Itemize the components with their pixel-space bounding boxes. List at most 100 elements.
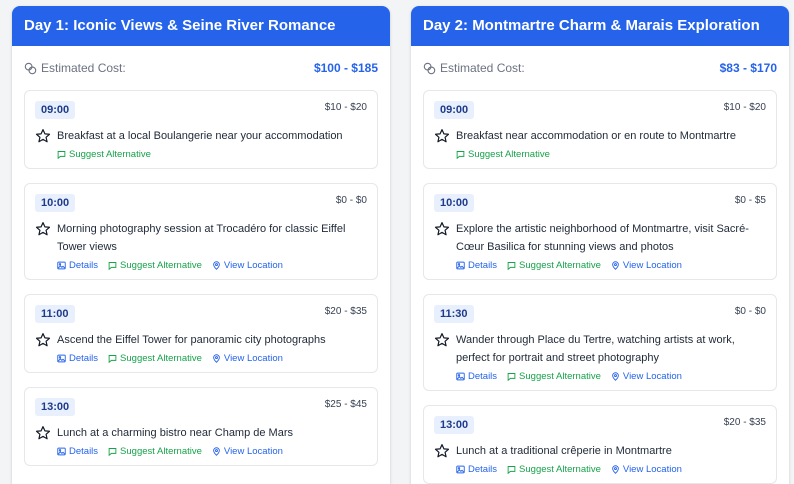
activity-actions: Details Suggest Alternative View Locatio… bbox=[456, 464, 766, 475]
details-link[interactable]: Details bbox=[456, 464, 497, 475]
details-link[interactable]: Details bbox=[57, 260, 98, 271]
suggest-label: Suggest Alternative bbox=[519, 464, 601, 475]
details-link[interactable]: Details bbox=[456, 371, 497, 382]
estimated-cost-row: Estimated Cost: $83 - $170 bbox=[411, 46, 789, 90]
star-icon[interactable] bbox=[434, 332, 450, 348]
activity-cost: $0 - $0 bbox=[734, 306, 766, 317]
suggest-alternative-link[interactable]: Suggest Alternative bbox=[507, 371, 601, 382]
activity-actions: Suggest Alternative bbox=[57, 149, 367, 160]
star-icon[interactable] bbox=[35, 332, 51, 348]
time-badge: 11:00 bbox=[35, 305, 75, 323]
estimated-cost-row: Estimated Cost: $100 - $185 bbox=[12, 46, 390, 90]
view-location-link[interactable]: View Location bbox=[611, 260, 682, 271]
time-badge: 09:00 bbox=[35, 101, 76, 119]
view-location-link[interactable]: View Location bbox=[212, 353, 283, 364]
activity-header: 11:00 $20 - $35 bbox=[35, 305, 367, 325]
activity-card: 09:00 $10 - $20 Breakfast near accommoda… bbox=[423, 90, 777, 169]
map-pin-icon bbox=[213, 447, 220, 456]
activity-body: Breakfast at a local Boulangerie near yo… bbox=[35, 127, 367, 145]
cost-label-wrap: Estimated Cost: bbox=[423, 61, 525, 75]
activity-actions: Details Suggest Alternative View Locatio… bbox=[57, 353, 367, 364]
suggest-alternative-link[interactable]: Suggest Alternative bbox=[108, 260, 202, 271]
time-badge: 09:00 bbox=[434, 101, 475, 119]
image-icon bbox=[456, 465, 465, 474]
cost-value: $83 - $170 bbox=[719, 61, 777, 75]
details-label: Details bbox=[69, 260, 99, 271]
suggest-label: Suggest Alternative bbox=[120, 353, 202, 364]
activity-card: 11:00 $20 - $35 Ascend the Eiffel Tower … bbox=[24, 294, 378, 373]
suggest-alternative-link[interactable]: Suggest Alternative bbox=[507, 464, 601, 475]
suggest-alternative-link[interactable]: Suggest Alternative bbox=[108, 353, 202, 364]
details-label: Details bbox=[468, 371, 498, 382]
day-title: Day 1: Iconic Views & Seine River Romanc… bbox=[12, 6, 390, 46]
star-icon[interactable] bbox=[35, 128, 51, 144]
view-location-link[interactable]: View Location bbox=[611, 464, 682, 475]
message-icon bbox=[108, 262, 117, 270]
activity-actions: Details Suggest Alternative View Locatio… bbox=[57, 260, 367, 271]
suggest-label: Suggest Alternative bbox=[120, 446, 202, 457]
star-icon[interactable] bbox=[434, 443, 450, 459]
activity-body: Lunch at a charming bistro near Champ de… bbox=[35, 424, 367, 442]
activity-cost: $20 - $35 bbox=[723, 417, 766, 428]
details-link[interactable]: Details bbox=[57, 353, 98, 364]
suggest-alternative-link[interactable]: Suggest Alternative bbox=[108, 446, 202, 457]
suggest-alternative-link[interactable]: Suggest Alternative bbox=[507, 260, 601, 271]
message-icon bbox=[507, 262, 516, 270]
activity-header: 10:00 $0 - $5 bbox=[434, 194, 766, 214]
map-pin-icon bbox=[612, 465, 619, 474]
message-icon bbox=[456, 151, 465, 159]
activity-cost: $25 - $45 bbox=[324, 399, 367, 410]
activity-header: 11:30 $0 - $0 bbox=[434, 305, 766, 325]
image-icon bbox=[57, 447, 66, 456]
day-card-2: Day 2: Montmartre Charm & Marais Explora… bbox=[411, 6, 789, 484]
activity-header: 09:00 $10 - $20 bbox=[434, 101, 766, 121]
map-pin-icon bbox=[213, 354, 220, 363]
activity-list: 09:00 $10 - $20 Breakfast near accommoda… bbox=[411, 90, 789, 484]
location-label: View Location bbox=[622, 260, 682, 271]
details-link[interactable]: Details bbox=[456, 260, 497, 271]
cost-value: $100 - $185 bbox=[313, 61, 378, 75]
activity-card: 11:30 $0 - $0 Wander through Place du Te… bbox=[423, 294, 777, 391]
activity-actions: Details Suggest Alternative View Locatio… bbox=[57, 446, 367, 457]
view-location-link[interactable]: View Location bbox=[212, 446, 283, 457]
cost-label: Estimated Cost: bbox=[440, 61, 525, 75]
details-label: Details bbox=[69, 353, 99, 364]
activity-description: Lunch at a traditional crêperie in Montm… bbox=[456, 445, 672, 457]
activity-cost: $0 - $5 bbox=[734, 195, 766, 206]
image-icon bbox=[57, 261, 66, 270]
time-badge: 13:00 bbox=[35, 398, 76, 416]
coins-icon bbox=[24, 62, 37, 74]
suggest-label: Suggest Alternative bbox=[468, 149, 550, 160]
time-badge: 11:30 bbox=[434, 305, 474, 323]
activity-description: Explore the artistic neighborhood of Mon… bbox=[456, 223, 749, 253]
message-icon bbox=[108, 448, 117, 456]
suggest-alternative-link[interactable]: Suggest Alternative bbox=[456, 149, 550, 160]
image-icon bbox=[456, 372, 465, 381]
activity-card: 10:00 $0 - $5 Explore the artistic neigh… bbox=[423, 183, 777, 280]
map-pin-icon bbox=[612, 372, 619, 381]
suggest-label: Suggest Alternative bbox=[69, 149, 151, 160]
view-location-link[interactable]: View Location bbox=[212, 260, 283, 271]
activity-description: Wander through Place du Tertre, watching… bbox=[456, 334, 735, 364]
activity-cost: $20 - $35 bbox=[324, 306, 367, 317]
activity-body: Ascend the Eiffel Tower for panoramic ci… bbox=[35, 331, 367, 349]
star-icon[interactable] bbox=[434, 221, 450, 237]
activity-header: 10:00 $0 - $0 bbox=[35, 194, 367, 214]
cost-label-wrap: Estimated Cost: bbox=[24, 61, 126, 75]
star-icon[interactable] bbox=[35, 221, 51, 237]
suggest-label: Suggest Alternative bbox=[519, 260, 601, 271]
suggest-alternative-link[interactable]: Suggest Alternative bbox=[57, 149, 151, 160]
view-location-link[interactable]: View Location bbox=[611, 371, 682, 382]
activity-body: Lunch at a traditional crêperie in Montm… bbox=[434, 442, 766, 460]
activity-header: 13:00 $25 - $45 bbox=[35, 398, 367, 418]
activity-cost: $10 - $20 bbox=[324, 102, 367, 113]
star-icon[interactable] bbox=[434, 128, 450, 144]
location-label: View Location bbox=[622, 464, 682, 475]
activity-body: Wander through Place du Tertre, watching… bbox=[434, 331, 766, 367]
image-icon bbox=[456, 261, 465, 270]
activity-description: Breakfast at a local Boulangerie near yo… bbox=[57, 130, 343, 142]
details-link[interactable]: Details bbox=[57, 446, 98, 457]
message-icon bbox=[57, 151, 66, 159]
image-icon bbox=[57, 354, 66, 363]
star-icon[interactable] bbox=[35, 425, 51, 441]
